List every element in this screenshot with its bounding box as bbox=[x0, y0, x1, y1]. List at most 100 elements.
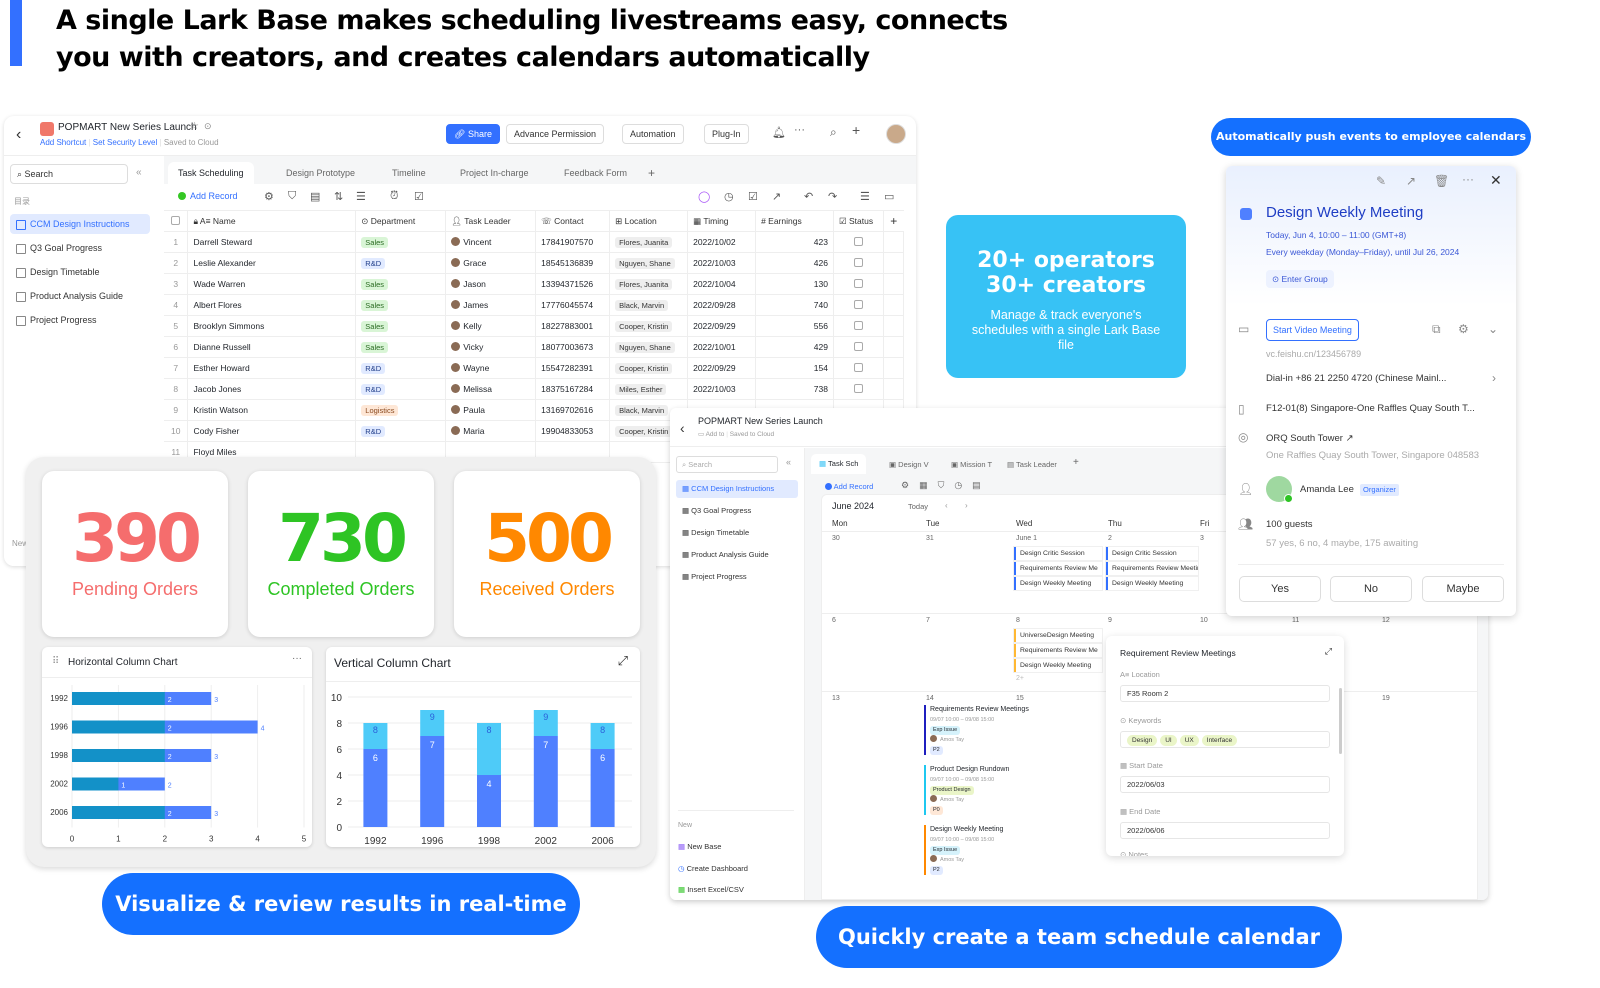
cell-task-leader[interactable]: Vicky bbox=[445, 336, 537, 358]
cell-contact[interactable]: 17776045574 bbox=[535, 294, 611, 316]
filter-icon[interactable]: ⛉ bbox=[288, 190, 296, 203]
insert-excel-button[interactable]: ▦ Insert Excel/CSV bbox=[678, 885, 744, 894]
col-timing[interactable]: ▦ Timing bbox=[687, 210, 757, 232]
cell-task-leader[interactable]: Kelly bbox=[445, 315, 537, 337]
cell-earnings[interactable]: 738 bbox=[755, 378, 834, 400]
create-dashboard-button[interactable]: ◷ Create Dashboard bbox=[678, 864, 748, 873]
location-field[interactable]: F35 Room 2 bbox=[1120, 685, 1330, 702]
cell-department[interactable]: R&D bbox=[355, 420, 447, 442]
add-record-button[interactable]: Add Record bbox=[825, 482, 873, 491]
calendar-event[interactable]: Design Weekly Meeting bbox=[1014, 659, 1102, 672]
user-avatar[interactable] bbox=[886, 124, 906, 144]
sidebar-search-input[interactable]: ⌕ Search bbox=[676, 456, 778, 473]
add-icon[interactable]: + bbox=[852, 122, 860, 138]
cell-earnings[interactable]: 154 bbox=[755, 357, 834, 379]
cell-name[interactable]: Kristin Watson bbox=[187, 399, 357, 421]
calendar-event[interactable]: Requirements Review Me bbox=[1014, 562, 1102, 575]
cell-earnings[interactable]: 130 bbox=[755, 273, 834, 295]
cell-contact[interactable]: 13394371526 bbox=[535, 273, 611, 295]
cell-task-leader[interactable]: Paula bbox=[445, 399, 537, 421]
tab-task-leader[interactable]: ▤ Task Leader bbox=[1007, 460, 1057, 469]
rsvp-no-button[interactable]: No bbox=[1330, 576, 1412, 602]
cell-task-leader[interactable]: Jason bbox=[445, 273, 537, 295]
status-checkbox[interactable] bbox=[853, 362, 863, 372]
status-checkbox[interactable] bbox=[853, 278, 863, 288]
expand-icon[interactable]: ⤢ bbox=[618, 653, 628, 669]
tab-design-prototype[interactable]: Design Prototype bbox=[286, 162, 355, 184]
bell-icon[interactable]: 🔔︎ bbox=[772, 126, 786, 139]
cell-timing[interactable]: 2022/09/29 bbox=[687, 315, 757, 337]
vc-link[interactable]: vc.feishu.cn/123456789 bbox=[1266, 349, 1361, 359]
cell-name[interactable]: Jacob Jones bbox=[187, 378, 357, 400]
automation-button[interactable]: Automation bbox=[622, 124, 684, 144]
select-all-checkbox[interactable] bbox=[164, 210, 189, 232]
cell-department[interactable]: Logistics bbox=[355, 399, 447, 421]
add-tab-button[interactable]: + bbox=[1073, 457, 1079, 468]
rsvp-maybe-button[interactable]: Maybe bbox=[1422, 576, 1504, 602]
add-to-link[interactable]: Add to bbox=[706, 431, 725, 438]
sidebar-item[interactable]: ▦ Q3 Goal Progress bbox=[676, 502, 798, 520]
next-month-icon[interactable]: › bbox=[965, 501, 968, 510]
cell-name[interactable]: Brooklyn Simmons bbox=[187, 315, 357, 337]
cell-department[interactable]: Sales bbox=[355, 273, 447, 295]
keywords-field[interactable]: Design UI UX Interface bbox=[1120, 731, 1330, 748]
calendar-event[interactable]: Design Weekly Meeting bbox=[1014, 577, 1102, 590]
sidebar-item[interactable]: ▦ Product Analysis Guide bbox=[676, 546, 798, 564]
tab-design-v[interactable]: ▣ Design V bbox=[889, 460, 929, 469]
comment-icon[interactable]: ▭ bbox=[884, 190, 894, 203]
cell-department[interactable]: Sales bbox=[355, 294, 447, 316]
cell-location[interactable]: Flores, Juanita bbox=[609, 231, 689, 253]
enter-group-button[interactable]: ⊙ Enter Group bbox=[1266, 270, 1334, 288]
set-security-link[interactable]: Set Security Level bbox=[93, 138, 157, 147]
end-date-field[interactable]: 2022/06/06 bbox=[1120, 822, 1330, 839]
share-button[interactable]: 🔗︎ Share bbox=[446, 124, 500, 144]
ai-icon[interactable]: ◯ bbox=[698, 190, 710, 203]
cell-status[interactable] bbox=[832, 357, 884, 379]
expand-icon[interactable]: ⤢ bbox=[1325, 646, 1332, 657]
calendar-event-card[interactable]: Product Design Rundown 09/07 10:00 – 09/0… bbox=[924, 765, 1102, 815]
col-name[interactable]: 🔒︎ A≡ Name bbox=[187, 210, 357, 232]
chevron-right-icon[interactable]: › bbox=[1492, 371, 1496, 385]
settings-icon[interactable]: ⚙ bbox=[1458, 322, 1469, 336]
cell-task-leader[interactable]: Vincent bbox=[445, 231, 537, 253]
cell-contact[interactable]: 18375167284 bbox=[535, 378, 611, 400]
advance-permission-button[interactable]: Advance Permission bbox=[506, 124, 605, 144]
history-icon[interactable]: ◷ bbox=[724, 190, 734, 203]
cell-status[interactable] bbox=[832, 336, 884, 358]
cell-timing[interactable]: 2022/10/03 bbox=[687, 252, 757, 274]
cell-department[interactable]: R&D bbox=[355, 252, 447, 274]
cell-status[interactable] bbox=[832, 252, 884, 274]
cell-name[interactable]: Darrell Steward bbox=[187, 231, 357, 253]
cell-department[interactable]: Sales bbox=[355, 231, 447, 253]
guest-count[interactable]: 100 guests bbox=[1266, 519, 1312, 530]
copy-icon[interactable]: ⧉ bbox=[1432, 322, 1441, 337]
tab-mission-t[interactable]: ▣ Mission T bbox=[951, 460, 992, 469]
more-icon[interactable]: ··· bbox=[794, 124, 805, 136]
tab-feedback-form[interactable]: Feedback Form bbox=[564, 162, 627, 184]
cell-location[interactable]: Flores, Juanita bbox=[609, 273, 689, 295]
calendar-event[interactable]: Design Critic Session bbox=[1014, 547, 1102, 560]
cell-earnings[interactable]: 426 bbox=[755, 252, 834, 274]
tab-project-in-charge[interactable]: Project In-charge bbox=[460, 162, 529, 184]
tab-task-scheduling[interactable]: Task Scheduling bbox=[168, 162, 254, 184]
table-row[interactable]: 8 Jacob Jones R&D Melissa 18375167284 Miles, … bbox=[164, 378, 905, 400]
edit-icon[interactable]: ✎ bbox=[1376, 174, 1386, 188]
cell-name[interactable]: Cody Fisher bbox=[187, 420, 357, 442]
back-icon[interactable]: ‹ bbox=[680, 420, 685, 436]
sidebar-item-design-timetable[interactable]: Design Timetable bbox=[10, 262, 150, 282]
rsvp-yes-button[interactable]: Yes bbox=[1239, 576, 1321, 602]
sidebar-item[interactable]: ▦ Design Timetable bbox=[676, 524, 798, 542]
collapse-sidebar-icon[interactable]: « bbox=[136, 167, 142, 178]
sidebar-item-project-progress[interactable]: Project Progress bbox=[10, 310, 150, 330]
cell-name[interactable]: Wade Warren bbox=[187, 273, 357, 295]
col-contact[interactable]: ☏ Contact bbox=[535, 210, 611, 232]
more-icon[interactable]: ··· bbox=[1462, 172, 1474, 186]
col-earnings[interactable]: # Earnings bbox=[755, 210, 834, 232]
checklist-icon[interactable]: ☑ bbox=[748, 190, 758, 203]
cell-status[interactable] bbox=[832, 378, 884, 400]
cell-department[interactable]: Sales bbox=[355, 315, 447, 337]
new-base-button[interactable]: ▦ New Base bbox=[678, 842, 721, 851]
start-video-meeting-button[interactable]: Start Video Meeting bbox=[1266, 319, 1359, 341]
cell-earnings[interactable]: 556 bbox=[755, 315, 834, 337]
plugin-button[interactable]: Plug-In bbox=[704, 124, 749, 144]
